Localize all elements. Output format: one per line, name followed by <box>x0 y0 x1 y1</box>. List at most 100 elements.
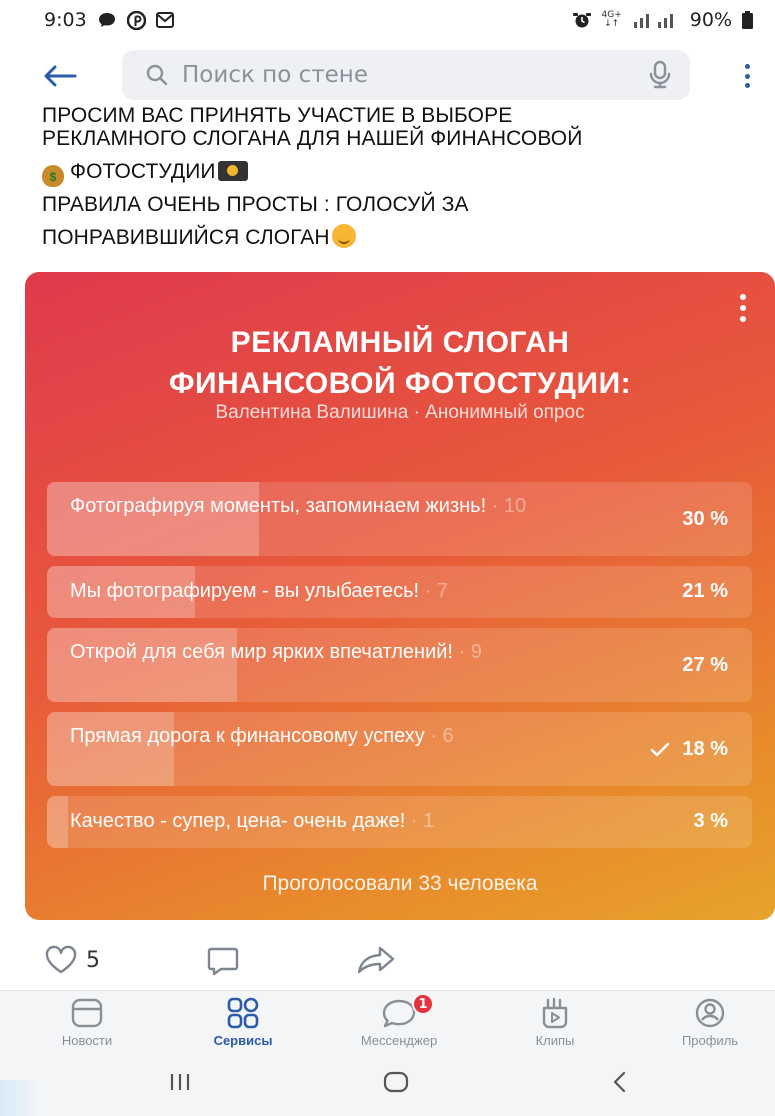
poll-option-text: Открой для себя мир ярких впечатлений! ·… <box>70 641 612 664</box>
back-arrow-icon <box>44 65 77 87</box>
clips-icon <box>542 997 568 1029</box>
poll-title: РЕКЛАМНЫЙ СЛОГАН ФИНАНСОВОЙ ФОТОСТУДИИ: <box>25 322 775 404</box>
poll-option-count: · 1 <box>405 810 435 832</box>
home-button[interactable] <box>382 1070 410 1098</box>
poll-option-label: Фотографируя моменты, запоминаем жизнь! <box>70 495 487 517</box>
poll-option-fill <box>47 712 174 786</box>
share-button[interactable] <box>356 945 396 975</box>
signal-icon <box>632 12 680 28</box>
post-text: ПРОСИМ ВАС ПРИНЯТЬ УЧАСТИЕ В ВЫБОРЕ РЕКЛ… <box>42 100 762 254</box>
kebab-dot <box>740 305 746 311</box>
share-arrow-icon <box>357 946 395 974</box>
poll-option-count: · 10 <box>486 495 527 517</box>
alarm-icon <box>572 11 592 29</box>
poll-option-percent: 27 % <box>682 654 728 677</box>
poll-option-count: · 6 <box>424 725 454 747</box>
search-input[interactable]: Поиск по стене <box>122 50 690 100</box>
poll-option-percent: 30 % <box>682 508 728 531</box>
search-placeholder: Поиск по стене <box>182 62 368 88</box>
post-line-3: $ ФОТОСТУДИИ <box>42 155 762 188</box>
nav-label-news: Новости <box>61 1033 113 1048</box>
poll-total-votes: Проголосовали 33 человека <box>262 872 538 895</box>
battery-percent: 90% <box>689 9 732 31</box>
network-type-icon: 4G+ ↓↑ <box>602 11 622 29</box>
nav-item-messenger[interactable]: 1 Мессенджер <box>334 993 464 1048</box>
recent-apps-icon <box>170 1074 190 1090</box>
poll-menu-button[interactable] <box>739 294 747 322</box>
camera-flash-emoji-icon <box>217 161 248 181</box>
poll-option-fill <box>47 628 238 702</box>
poll-option-percent-value: 30 % <box>682 508 728 530</box>
battery-icon <box>742 11 753 29</box>
search-header: Поиск по стене <box>0 48 775 104</box>
post-line-2: РЕКЛАМНОГО СЛОГАНА ДЛЯ НАШЕЙ ФИНАНСОВОЙ <box>42 127 583 150</box>
poll-option-text: Мы фотографируем - вы улыбаетесь! · 7 <box>70 580 612 603</box>
poll-option-percent: 3 % <box>694 810 728 833</box>
chevron-left-icon <box>613 1071 626 1093</box>
poll-option-count: · 7 <box>419 580 448 602</box>
more-options-button[interactable] <box>741 60 753 92</box>
poll-option[interactable]: Качество - супер, цена- очень даже! · 1 … <box>47 796 752 848</box>
nav-label-services: Сервисы <box>213 1033 273 1048</box>
voice-search-button[interactable] <box>648 60 672 94</box>
kebab-dot <box>744 64 750 69</box>
home-icon <box>383 1071 409 1093</box>
poll-option-text: Прямая дорога к финансовому успеху · 6 <box>70 725 612 748</box>
post-line-1-text: ПРОСИМ ВАС ПРИНЯТЬ УЧАСТИЕ В ВЫБОРЕ <box>42 104 513 122</box>
poll-title-line-2: ФИНАНСОВОЙ ФОТОСТУДИИ: <box>168 367 632 400</box>
bottom-nav: Новости Сервисы 1 Мессенджер Клипы Профи… <box>0 990 775 1056</box>
poll-option[interactable]: Прямая дорога к финансовому успеху · 6 1… <box>47 712 752 786</box>
poll-option-text: Качество - супер, цена- очень даже! · 1 <box>70 810 612 833</box>
poll-option[interactable]: Открой для себя мир ярких впечатлений! ·… <box>47 628 752 702</box>
recent-apps-button[interactable] <box>168 1070 192 1098</box>
poll-option-label: Прямая дорога к финансовому успеху <box>70 725 425 747</box>
chat-bubble-icon <box>97 11 117 29</box>
post-actions: 5 <box>44 945 744 985</box>
system-back-button[interactable] <box>608 1070 632 1098</box>
status-left: 9:03 <box>44 9 174 31</box>
kebab-dot <box>744 73 750 79</box>
poll-option-percent-value: 27 % <box>682 654 728 676</box>
system-nav-bar <box>0 1056 775 1116</box>
nav-item-clips[interactable]: Клипы <box>490 997 620 1048</box>
nav-label-messenger: Мессенджер <box>360 1033 438 1048</box>
poll-option-text: Фотографируя моменты, запоминаем жизнь! … <box>70 495 612 518</box>
post-line-4: ПРАВИЛА ОЧЕНЬ ПРОСТЫ : ГОЛОСУЙ ЗА <box>42 193 469 216</box>
poll-option-label: Качество - супер, цена- очень даже! <box>70 810 406 832</box>
post-line-5: ПОНРАВИВШИЙСЯ СЛОГАН <box>42 221 762 254</box>
poll-option-percent-value: 3 % <box>693 810 728 832</box>
kebab-dot <box>744 83 750 88</box>
post-line-3-text: ФОТОСТУДИИ <box>70 160 216 183</box>
poll-card: РЕКЛАМНЫЙ СЛОГАН ФИНАНСОВОЙ ФОТОСТУДИИ: … <box>25 272 775 920</box>
winking-face-emoji-icon <box>331 224 356 248</box>
check-icon <box>651 742 670 756</box>
comment-icon <box>207 947 239 976</box>
nav-item-services[interactable]: Сервисы <box>178 997 308 1048</box>
poll-option-percent-value: 21 % <box>682 580 728 602</box>
status-bar: 9:03 4G+ ↓↑ 90% <box>0 0 775 40</box>
pinterest-icon <box>126 10 146 30</box>
messenger-badge: 1 <box>412 993 434 1015</box>
poll-option-label: Мы фотографируем - вы улыбаетесь! <box>70 580 420 602</box>
back-button[interactable] <box>40 58 80 94</box>
like-button[interactable]: 5 <box>44 945 100 975</box>
poll-option-label: Открой для себя мир ярких впечатлений! <box>70 641 453 663</box>
microphone-icon <box>649 60 671 89</box>
money-bag-emoji-icon: $ <box>42 165 64 187</box>
poll-option-percent: 18 % <box>650 738 728 761</box>
search-icon <box>146 64 168 86</box>
poll-option-count: · 9 <box>452 641 482 663</box>
comment-button[interactable] <box>206 945 240 977</box>
nav-item-news[interactable]: Новости <box>22 997 152 1048</box>
post-line-1: ПРОСИМ ВАС ПРИНЯТЬ УЧАСТИЕ В ВЫБОРЕ <box>42 100 762 122</box>
heart-icon <box>45 945 77 974</box>
poll-option[interactable]: Фотографируя моменты, запоминаем жизнь! … <box>47 482 752 556</box>
nav-item-profile[interactable]: Профиль <box>645 997 775 1048</box>
services-icon <box>227 997 259 1029</box>
nav-label-profile: Профиль <box>681 1033 739 1048</box>
poll-option-percent-value: 18 % <box>682 738 728 760</box>
poll-option[interactable]: Мы фотографируем - вы улыбаетесь! · 7 21… <box>47 566 752 618</box>
kebab-dot <box>740 294 746 300</box>
corner-glare <box>0 1080 40 1116</box>
post-line-5-text: ПОНРАВИВШИЙСЯ СЛОГАН <box>42 226 330 249</box>
